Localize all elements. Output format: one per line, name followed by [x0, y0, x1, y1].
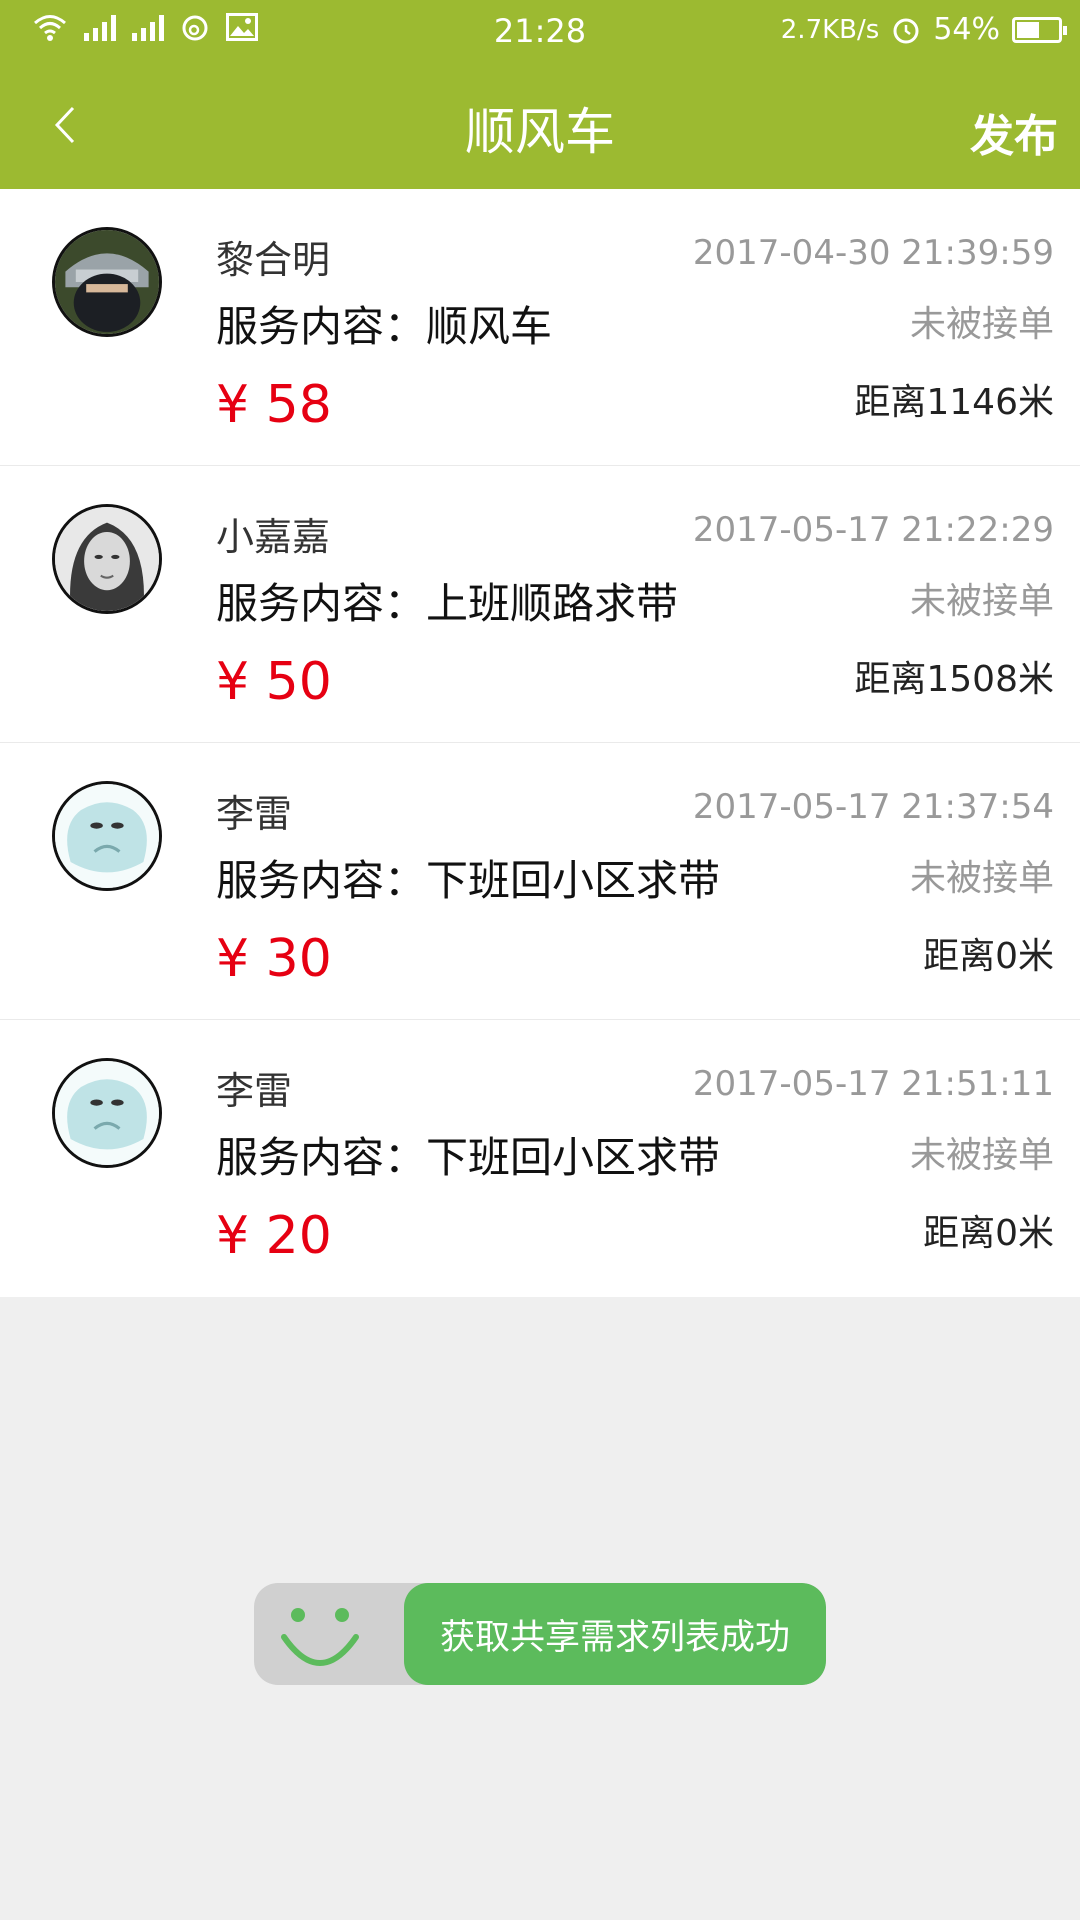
list-item[interactable]: 黎合明 服务内容：顺风车 ¥ 58 2017-04-30 21:39:59 未被… [0, 189, 1080, 466]
user-name: 黎合明 [216, 238, 331, 282]
cartoon-avatar [55, 1061, 159, 1165]
user-name: 小嘉嘉 [216, 515, 331, 559]
publish-button[interactable]: 发布 [970, 100, 1058, 164]
distance: 距离1146米 [854, 382, 1054, 423]
list-item[interactable]: 李雷 服务内容：下班回小区求带 ¥ 30 2017-05-17 21:37:54… [0, 743, 1080, 1020]
toast: 获取共享需求列表成功 [254, 1583, 826, 1685]
service-content: 服务内容：下班回小区求带 [216, 1133, 721, 1182]
distance: 距离0米 [923, 936, 1054, 977]
service-content: 服务内容：上班顺路求带 [216, 579, 679, 628]
status-bar: 21:28 2.7KB/s 54% [0, 0, 1080, 62]
ninja-avatar [55, 230, 159, 334]
alarm-icon [893, 18, 919, 43]
woman-avatar [55, 507, 159, 611]
price: ¥ 20 [216, 1206, 332, 1266]
timestamp: 2017-05-17 21:22:29 [692, 510, 1054, 550]
order-status: 未被接单 [909, 1135, 1054, 1176]
status-icons-right: 2.7KB/s 54% [780, 12, 1067, 47]
app-bar: 顺风车 发布 [0, 62, 1080, 189]
price: ¥ 58 [216, 375, 332, 435]
user-name: 李雷 [216, 1069, 293, 1113]
network-speed: 2.7KB/s [780, 14, 880, 45]
list-item[interactable]: 李雷 服务内容：下班回小区求带 ¥ 20 2017-05-17 21:51:11… [0, 1020, 1080, 1297]
timestamp: 2017-04-30 21:39:59 [692, 233, 1054, 273]
avatar [52, 504, 162, 614]
battery-percent: 54% [933, 12, 1000, 47]
price: ¥ 30 [216, 929, 332, 989]
timestamp: 2017-05-17 21:51:11 [692, 1064, 1054, 1104]
order-status: 未被接单 [909, 858, 1054, 899]
distance: 距离0米 [923, 1213, 1054, 1254]
list-item[interactable]: 小嘉嘉 服务内容：上班顺路求带 ¥ 50 2017-05-17 21:22:29… [0, 466, 1080, 743]
user-name: 李雷 [216, 792, 293, 836]
battery-icon [1012, 16, 1067, 43]
cartoon-avatar [55, 784, 159, 888]
avatar [52, 781, 162, 891]
toast-message: 获取共享需求列表成功 [404, 1583, 826, 1685]
avatar [52, 227, 162, 337]
order-status: 未被接单 [909, 581, 1054, 622]
service-content: 服务内容：顺风车 [216, 302, 553, 351]
smile-icon [281, 1608, 359, 1666]
price: ¥ 50 [216, 652, 332, 712]
timestamp: 2017-05-17 21:37:54 [692, 787, 1054, 827]
service-content: 服务内容：下班回小区求带 [216, 856, 721, 905]
top-bar: 21:28 2.7KB/s 54% 顺风车 发布 [0, 0, 1080, 189]
ride-request-list: 黎合明 服务内容：顺风车 ¥ 58 2017-04-30 21:39:59 未被… [0, 189, 1080, 1297]
avatar [52, 1058, 162, 1168]
page-title: 顺风车 [465, 103, 615, 161]
distance: 距离1508米 [854, 659, 1054, 700]
order-status: 未被接单 [909, 304, 1054, 345]
